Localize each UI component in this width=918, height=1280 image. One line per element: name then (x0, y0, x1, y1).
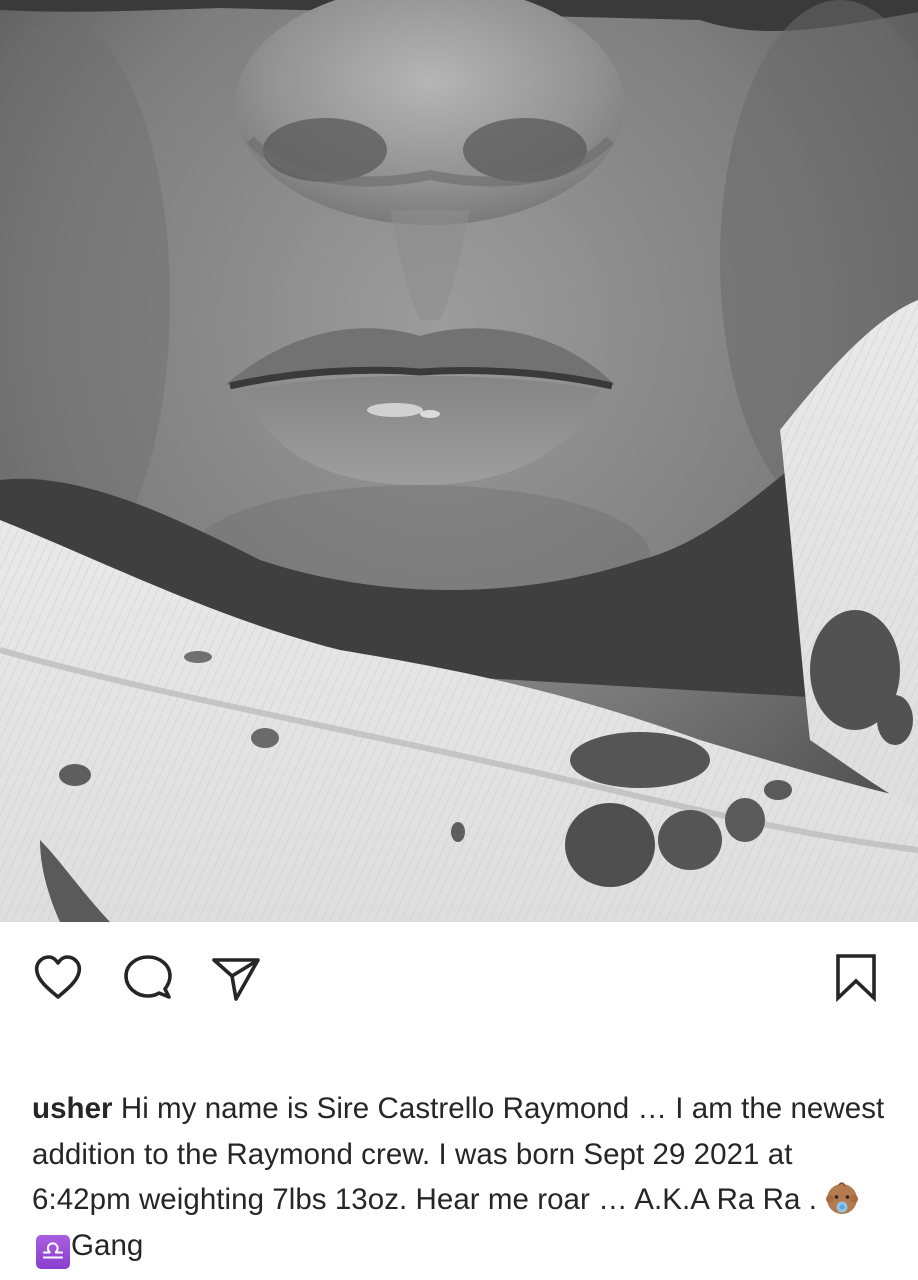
post-caption: usher Hi my name is Sire Castrello Raymo… (32, 1086, 892, 1269)
heart-icon[interactable] (32, 952, 84, 1004)
caption-tail: Gang (71, 1228, 144, 1262)
send-icon[interactable] (210, 952, 262, 1004)
post-photo[interactable] (0, 0, 918, 922)
baby-emoji-icon (825, 1181, 859, 1215)
post-image (0, 0, 918, 922)
caption-username[interactable]: usher (32, 1092, 113, 1125)
caption-text: Hi my name is Sire Castrello Raymond … I… (32, 1092, 885, 1216)
comment-icon[interactable] (121, 952, 173, 1004)
libra-emoji-icon: ♎ (36, 1234, 70, 1269)
post-action-bar (0, 922, 918, 1027)
bookmark-icon[interactable] (830, 952, 882, 1004)
